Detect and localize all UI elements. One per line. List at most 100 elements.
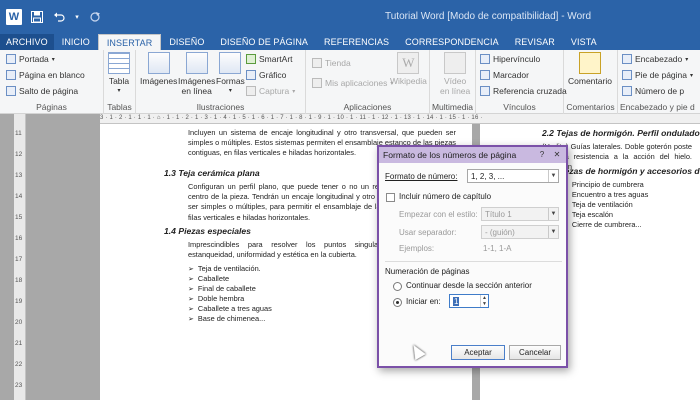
group-label-comentarios: Comentarios [566,102,615,112]
encabezado-button[interactable]: Encabezado ▾ [622,54,688,64]
chevron-down-icon: ▼ [548,170,558,182]
marcador-label: Marcador [493,70,529,80]
vruler-tick: 11 [15,130,22,137]
vruler-tick: 14 [15,193,23,200]
quick-access-toolbar: W ▾ [6,9,102,25]
imagenes-en-linea-button[interactable]: Imágenes en línea [178,52,215,96]
undo-icon[interactable] [52,10,66,24]
portada-button[interactable]: Portada ▾ [6,54,55,64]
vruler-tick: 23 [15,382,23,389]
horizontal-ruler[interactable]: 3 · 1 · 2 · 1 · 1 · 1 · ⌂ · 1 · 1 · 2 · … [100,114,700,124]
tab-correspondencia[interactable]: CORRESPONDENCIA [397,34,507,50]
tabla-button[interactable]: Tabla ▾ [108,52,130,96]
vruler-tick: 21 [15,340,23,347]
formato-select[interactable]: 1, 2, 3, ... ▼ [467,169,559,183]
online-video-icon [444,52,467,74]
mis-aplicaciones-button[interactable]: Mis aplicaciones ▾ [312,78,393,88]
iniciar-en-radio[interactable] [393,298,402,307]
imagenes-en-linea-label-2: en línea [181,86,212,96]
bookmark-icon [480,70,490,80]
vertical-ruler[interactable]: 11 12 13 14 15 16 17 18 19 20 21 22 23 [14,114,26,400]
group-label-multimedia: Multimedia [431,102,474,112]
footer-icon [622,70,632,80]
marcador-button[interactable]: Marcador [480,70,529,80]
save-icon[interactable] [30,10,44,24]
iniciar-en-input[interactable]: 1 ▲ ▼ [449,294,489,308]
window-title: Tutorial Word [Modo de compatibilidad] -… [385,11,592,22]
page-number-format-dialog: Formato de los números de página ? ✕ For… [377,145,568,368]
document-area[interactable]: 11 12 13 14 15 16 17 18 19 20 21 22 23 3… [0,114,700,400]
list-item: Teja de ventilación. [188,264,261,273]
chevron-down-icon: ▼ [548,226,558,238]
redo-icon[interactable] [88,10,102,24]
list-item: Teja escalón [562,210,613,219]
spinner-arrows-icon[interactable]: ▲ ▼ [480,295,488,307]
video-en-linea-button[interactable]: Vídeo en línea [440,52,470,96]
imagenes-label: Imágenes [140,76,178,86]
list-item: Doble hembra [188,294,244,303]
tab-vista[interactable]: VISTA [563,34,605,50]
formas-button[interactable]: Formas ▾ [216,52,245,96]
undo-dropdown-icon[interactable]: ▾ [74,10,80,24]
comment-icon [578,52,601,74]
incluir-capitulo-checkbox[interactable] [386,193,395,202]
group-comentarios: Comentario Comentarios [564,50,618,114]
pie-de-pagina-button[interactable]: Pie de página ▾ [622,70,693,80]
vruler-tick: 12 [15,151,23,158]
incluir-capitulo-label: Incluir número de capítulo [399,192,492,201]
tab-revisar[interactable]: REVISAR [507,34,563,50]
list-item: Caballete [188,274,229,283]
list-item: Caballete a tres aguas [188,304,272,313]
word-logo-icon[interactable]: W [6,9,22,25]
cancelar-button[interactable]: Cancelar [509,345,561,360]
wikipedia-button[interactable]: W Wikipedia [390,52,427,86]
tab-insertar[interactable]: INSERTAR [97,34,162,50]
encabezado-label: Encabezado [635,54,683,64]
imagenes-button[interactable]: Imágenes [140,52,177,86]
vruler-tick: 20 [15,319,23,326]
list-item: Principio de cumbrera [562,180,644,189]
group-tablas: Tabla ▾ Tablas [104,50,136,114]
aceptar-button[interactable]: Aceptar [451,345,505,360]
salto-de-pagina-label: Salto de página [19,86,79,96]
formato-label-text: Formato de número: [385,172,458,181]
tienda-button[interactable]: Tienda [312,58,351,68]
pagina-en-blanco-label: Página en blanco [19,70,85,80]
empezar-label: Empezar con el estilo: [399,210,478,219]
help-icon[interactable]: ? [536,149,548,160]
numeracion-label: Numeración de páginas [385,267,470,276]
separador-select[interactable]: - (guión) ▼ [481,225,559,239]
captura-button[interactable]: Captura ▾ [246,86,295,96]
group-label-vinculos: Vínculos [503,102,536,112]
hyperlink-icon [480,54,490,64]
empezar-select[interactable]: Título 1 ▼ [481,207,559,221]
ribbon-tabs: ARCHIVO INICIO INSERTAR DISEÑO DISEÑO DE… [0,34,700,50]
tab-inicio[interactable]: INICIO [54,34,98,50]
numero-de-pagina-button[interactable]: Número de p [622,86,684,96]
formas-label: Formas [216,76,245,86]
cross-reference-icon [480,86,490,96]
shapes-icon [219,52,242,74]
tab-diseno[interactable]: DISEÑO [161,34,212,50]
heading-1-3: 1.3 Teja cerámica plana [164,168,260,178]
close-icon[interactable]: ✕ [551,149,563,160]
tab-referencias[interactable]: REFERENCIAS [316,34,397,50]
referencia-cruzada-button[interactable]: Referencia cruzada [480,86,567,96]
salto-de-pagina-button[interactable]: Salto de página [6,86,78,96]
grafico-button[interactable]: Gráfico [246,70,286,80]
group-multimedia: Vídeo en línea Multimedia [430,50,476,114]
smartart-button[interactable]: SmartArt [246,54,293,64]
tab-archivo[interactable]: ARCHIVO [0,34,54,50]
ejemplos-value: 1-1, 1-A [483,244,512,253]
referencia-cruzada-label: Referencia cruzada [493,86,567,96]
continuar-radio[interactable] [393,282,402,291]
hipervinculo-button[interactable]: Hipervínculo [480,54,540,64]
list-item: Encuentro a tres aguas [562,190,648,199]
comentario-button[interactable]: Comentario [568,52,612,86]
tab-diseno-de-pagina[interactable]: DISEÑO DE PÁGINA [212,34,316,50]
title-bar: W ▾ Tutorial Word [Modo de compatibilida… [0,0,700,34]
ribbon: Portada ▾ Página en blanco Salto de pági… [0,50,700,114]
picture-icon [147,52,170,74]
pagina-en-blanco-button[interactable]: Página en blanco [6,70,85,80]
hipervinculo-label: Hipervínculo [493,54,541,64]
